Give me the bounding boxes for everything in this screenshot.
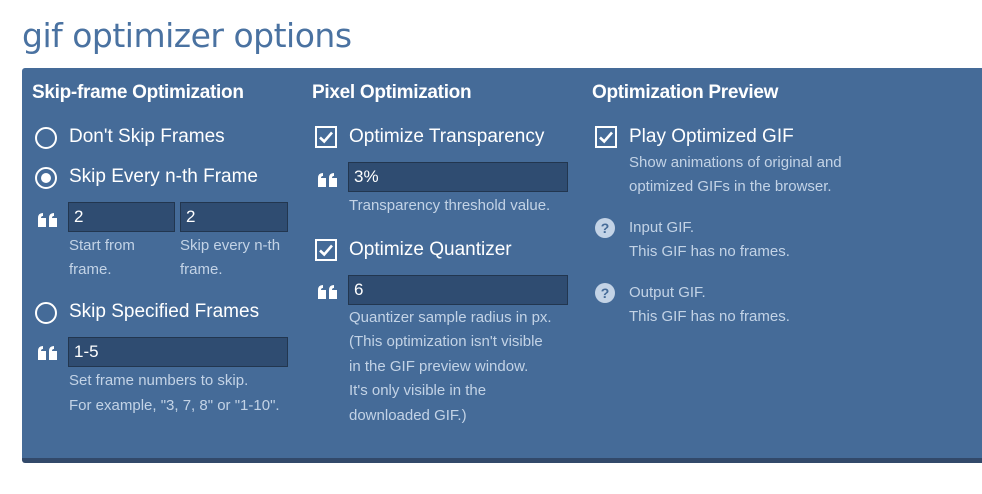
skip-every-hint-1: Skip every n-th (180, 237, 281, 254)
output-gif-label: Output GIF. (629, 284, 706, 301)
play-hint-1: Show animations of original and (629, 154, 842, 171)
help-icon[interactable]: ? (595, 283, 615, 303)
optimize-transparency-label[interactable]: Optimize Transparency (349, 126, 544, 148)
skip-every-input[interactable]: 2 (180, 202, 288, 232)
check-icon (319, 244, 333, 257)
skip-specified-label[interactable]: Skip Specified Frames (69, 301, 259, 323)
input-gif-status: This GIF has no frames. (629, 243, 790, 260)
play-optimized-label[interactable]: Play Optimized GIF (629, 126, 794, 148)
skip-frame-title: Skip-frame Optimization (32, 82, 244, 103)
frames-hint-1: Set frame numbers to skip. (69, 372, 249, 389)
pixel-title: Pixel Optimization (312, 82, 472, 103)
quote-icon (38, 346, 57, 360)
quote-icon (38, 213, 57, 227)
quantizer-input[interactable]: 6 (348, 275, 568, 305)
quantizer-hint-3: in the GIF preview window. (349, 358, 529, 375)
start-frame-input[interactable]: 2 (68, 202, 175, 232)
transparency-hint: Transparency threshold value. (349, 197, 551, 214)
start-frame-hint-2: frame. (69, 261, 112, 278)
check-icon (319, 131, 333, 144)
output-gif-status: This GIF has no frames. (629, 308, 790, 325)
optimize-quantizer-checkbox[interactable] (315, 239, 337, 261)
input-gif-label: Input GIF. (629, 219, 695, 236)
frames-hint-2: For example, "3, 7, 8" or "1-10". (69, 397, 280, 414)
quantizer-hint-4: It's only visible in the (349, 382, 487, 399)
optimize-transparency-checkbox[interactable] (315, 126, 337, 148)
frames-input[interactable]: 1-5 (68, 337, 288, 367)
page-title: gif optimizer options (22, 16, 352, 55)
quantizer-hint-2: (This optimization isn't visible (349, 333, 543, 350)
transparency-input[interactable]: 3% (348, 162, 568, 192)
quantizer-hint-5: downloaded GIF.) (349, 407, 467, 424)
check-icon (599, 131, 613, 144)
quote-icon (318, 173, 337, 187)
quantizer-hint-1: Quantizer sample radius in px. (349, 309, 552, 326)
play-optimized-checkbox[interactable] (595, 126, 617, 148)
skip-every-hint-2: frame. (180, 261, 223, 278)
play-hint-2: optimized GIFs in the browser. (629, 178, 832, 195)
preview-title: Optimization Preview (592, 82, 779, 103)
skip-nth-radio[interactable] (35, 167, 57, 189)
skip-nth-label[interactable]: Skip Every n-th Frame (69, 166, 258, 188)
dont-skip-radio[interactable] (35, 127, 57, 149)
start-frame-hint-1: Start from (69, 237, 135, 254)
options-panel: Skip-frame Optimization Don't Skip Frame… (22, 68, 982, 463)
skip-specified-radio[interactable] (35, 302, 57, 324)
help-icon[interactable]: ? (595, 218, 615, 238)
optimize-quantizer-label[interactable]: Optimize Quantizer (349, 239, 512, 261)
dont-skip-label[interactable]: Don't Skip Frames (69, 126, 225, 148)
quote-icon (318, 285, 337, 299)
